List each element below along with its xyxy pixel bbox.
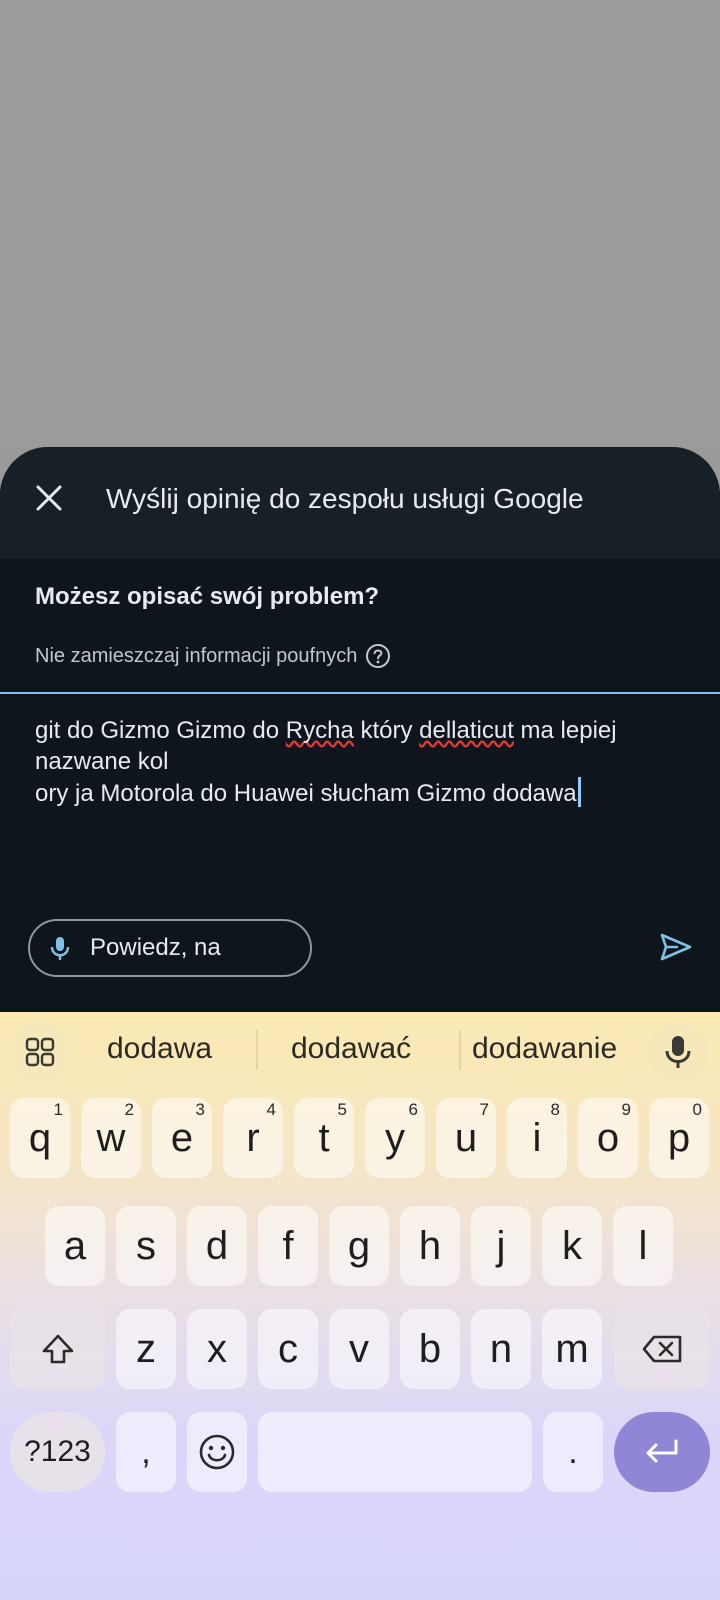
privacy-hint-text: Nie zamieszczaj informacji poufnych: [35, 644, 358, 667]
text-line-3: ory ja Motorola do Huawei słucham Gizmo …: [35, 777, 675, 809]
suggestion-divider: [256, 1030, 258, 1070]
key-hint: 9: [621, 1100, 631, 1119]
enter-icon: [646, 1439, 678, 1463]
key-h[interactable]: h: [400, 1206, 460, 1286]
misspelled-word[interactable]: Rycha: [286, 717, 354, 744]
key-i[interactable]: i8: [507, 1098, 567, 1178]
key-f[interactable]: f: [258, 1206, 318, 1286]
key-n[interactable]: n: [471, 1309, 531, 1389]
help-icon[interactable]: [365, 643, 391, 669]
key-label: y: [385, 1115, 405, 1160]
suggestion-divider: [459, 1030, 461, 1070]
voice-input-label: Powiedz, na: [90, 934, 221, 961]
key-label: u: [454, 1115, 478, 1160]
text-segment: który: [353, 717, 420, 744]
key-t[interactable]: t5: [294, 1098, 354, 1178]
text-segment: ory ja Motorola do Huawei słucham Gizmo …: [35, 780, 577, 807]
shift-icon: [42, 1334, 73, 1364]
key-j[interactable]: j: [471, 1206, 531, 1286]
key-l[interactable]: l: [613, 1206, 673, 1286]
key-hint: 0: [692, 1100, 702, 1119]
backspace-key[interactable]: [614, 1309, 709, 1389]
close-button[interactable]: [28, 477, 70, 519]
key-z[interactable]: z: [116, 1309, 176, 1389]
key-o[interactable]: o9: [578, 1098, 638, 1178]
suggestion-1[interactable]: dodawa: [107, 1032, 212, 1066]
misspelled-word[interactable]: dellaticut: [419, 717, 514, 744]
key-a[interactable]: a: [45, 1206, 105, 1286]
key-hint: 8: [550, 1100, 560, 1119]
key-y[interactable]: y6: [365, 1098, 425, 1178]
text-line-2: nazwane kol: [35, 748, 169, 775]
key-label: t: [318, 1115, 330, 1160]
sheet-header: Wyślij opinię do zespołu usługi Google: [0, 447, 720, 559]
key-hint: 1: [53, 1100, 63, 1119]
voice-input-button[interactable]: Powiedz, na: [28, 919, 312, 977]
key-w[interactable]: w2: [81, 1098, 141, 1178]
key-q[interactable]: q1: [10, 1098, 70, 1178]
suggestion-3[interactable]: dodawanie: [472, 1032, 617, 1066]
send-button[interactable]: [654, 925, 698, 969]
text-line-1: git do Gizmo Gizmo do Rycha który dellat…: [35, 715, 675, 746]
key-label: o: [596, 1115, 620, 1160]
key-label: p: [667, 1115, 691, 1160]
key-u[interactable]: u7: [436, 1098, 496, 1178]
text-cursor: [577, 777, 581, 807]
send-icon: [660, 933, 692, 961]
key-hint: 7: [479, 1100, 489, 1119]
key-m[interactable]: m: [542, 1309, 602, 1389]
key-hint: 3: [195, 1100, 205, 1119]
text-segment: git do Gizmo Gizmo do: [35, 717, 286, 744]
mic-icon: [50, 937, 70, 960]
space-key[interactable]: [258, 1412, 532, 1492]
key-v[interactable]: v: [329, 1309, 389, 1389]
key-x[interactable]: x: [187, 1309, 247, 1389]
shift-key[interactable]: [10, 1309, 105, 1389]
emoji-key[interactable]: [187, 1412, 247, 1492]
backspace-icon: [642, 1335, 681, 1363]
soft-keyboard: dodawa dodawać dodawanie q1 w2 e3 r4 t5 …: [0, 1012, 720, 1600]
text-segment: ma lepiej: [513, 717, 617, 744]
key-p[interactable]: p0: [649, 1098, 709, 1178]
comma-key[interactable]: ,: [116, 1412, 176, 1492]
sheet-title: Wyślij opinię do zespołu usługi Google: [106, 483, 584, 514]
key-hint: 2: [124, 1100, 134, 1119]
key-b[interactable]: b: [400, 1309, 460, 1389]
key-label: q: [28, 1115, 52, 1160]
key-hint: 6: [408, 1100, 418, 1119]
enter-key[interactable]: [614, 1412, 710, 1492]
key-hint: 5: [337, 1100, 347, 1119]
apps-grid-icon: [25, 1037, 55, 1067]
background-scrim[interactable]: [0, 0, 720, 447]
key-c[interactable]: c: [258, 1309, 318, 1389]
input-focus-line: [0, 692, 720, 694]
key-g[interactable]: g: [329, 1206, 389, 1286]
suggestion-2[interactable]: dodawać: [291, 1032, 411, 1066]
emoji-icon: [199, 1434, 235, 1470]
suggestion-bar: dodawa dodawać dodawanie: [0, 1012, 720, 1088]
period-key[interactable]: .: [543, 1412, 603, 1492]
key-label: e: [170, 1115, 194, 1160]
key-d[interactable]: d: [187, 1206, 247, 1286]
key-label: i: [532, 1115, 542, 1160]
privacy-hint: Nie zamieszczaj informacji poufnych: [35, 643, 391, 669]
key-label: r: [246, 1115, 260, 1160]
keyboard-menu-button[interactable]: [10, 1022, 70, 1082]
feedback-sheet: Wyślij opinię do zespołu usługi Google M…: [0, 447, 720, 1012]
question-label: Możesz opisać swój problem?: [35, 583, 380, 610]
key-s[interactable]: s: [116, 1206, 176, 1286]
mic-icon: [665, 1036, 691, 1068]
feedback-text-field[interactable]: git do Gizmo Gizmo do Rycha który dellat…: [35, 715, 675, 809]
key-r[interactable]: r4: [223, 1098, 283, 1178]
key-hint: 4: [266, 1100, 276, 1119]
symbols-key[interactable]: ?123: [10, 1412, 105, 1492]
key-e[interactable]: e3: [152, 1098, 212, 1178]
key-label: w: [96, 1115, 126, 1160]
close-icon: [36, 485, 62, 511]
key-k[interactable]: k: [542, 1206, 602, 1286]
voice-typing-button[interactable]: [648, 1022, 708, 1082]
